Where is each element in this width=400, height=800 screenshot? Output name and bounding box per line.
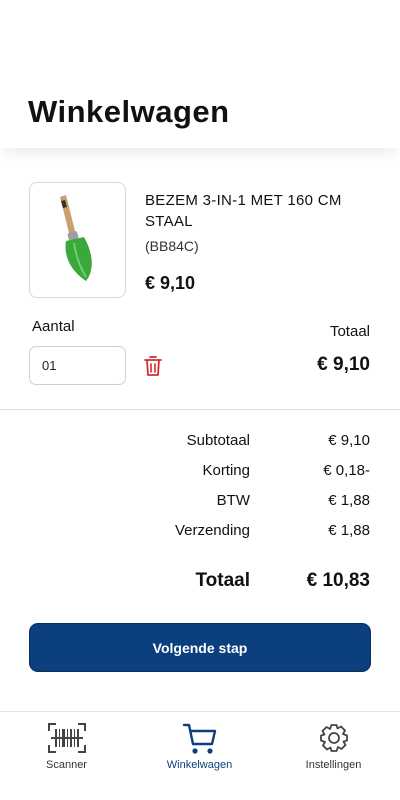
grand-total-value: € 10,83 [306, 570, 370, 591]
next-step-button[interactable]: Volgende stap [29, 623, 371, 672]
line-total-value: € 9,10 [317, 354, 370, 375]
line-total-label: Totaal [329, 323, 370, 340]
summary-value: € 1,88 [328, 492, 370, 509]
barcode-scanner-icon [47, 723, 86, 753]
summary-label: Korting [202, 462, 250, 479]
page-title: Winkelwagen [28, 94, 230, 129]
tab-label: Instellingen [305, 759, 362, 771]
tab-cart[interactable]: Winkelwagen [133, 712, 266, 800]
summary-value: € 9,10 [328, 432, 370, 449]
tab-label: Winkelwagen [166, 759, 233, 771]
trash-icon [144, 356, 162, 376]
bottom-tab-bar: Scanner Winkelwagen Instellingen [0, 711, 400, 800]
quantity-input[interactable] [29, 346, 126, 385]
product-image[interactable] [29, 182, 126, 298]
gear-icon [319, 724, 348, 752]
delete-item-button[interactable] [143, 355, 163, 377]
summary-row-shipping: Verzending € 1,88 [0, 522, 400, 542]
page-header: Winkelwagen [0, 0, 400, 148]
product-price: € 9,10 [145, 273, 196, 293]
grand-total-row: Totaal € 10,83 [0, 570, 400, 596]
divider [0, 409, 400, 410]
summary-value: € 0,18- [323, 462, 370, 479]
grand-total-label: Totaal [195, 570, 250, 591]
cart-icon [182, 723, 216, 754]
summary-row-discount: Korting € 0,18- [0, 462, 400, 482]
garden-trowel-icon [60, 195, 92, 281]
tab-settings[interactable]: Instellingen [267, 712, 400, 800]
summary-row-vat: BTW € 1,88 [0, 492, 400, 512]
tab-label: Scanner [46, 759, 87, 771]
summary-label: BTW [216, 492, 250, 509]
product-title: BEZEM 3-IN-1 MET 160 CM STAAL [145, 192, 342, 230]
summary-row-subtotal: Subtotaal € 9,10 [0, 432, 400, 452]
summary-label: Verzending [174, 522, 250, 539]
product-sku: (BB84C) [145, 238, 199, 254]
quantity-label: Aantal [32, 318, 75, 335]
tab-scanner[interactable]: Scanner [0, 712, 133, 800]
summary-value: € 1,88 [328, 522, 370, 539]
summary-label: Subtotaal [186, 432, 250, 449]
